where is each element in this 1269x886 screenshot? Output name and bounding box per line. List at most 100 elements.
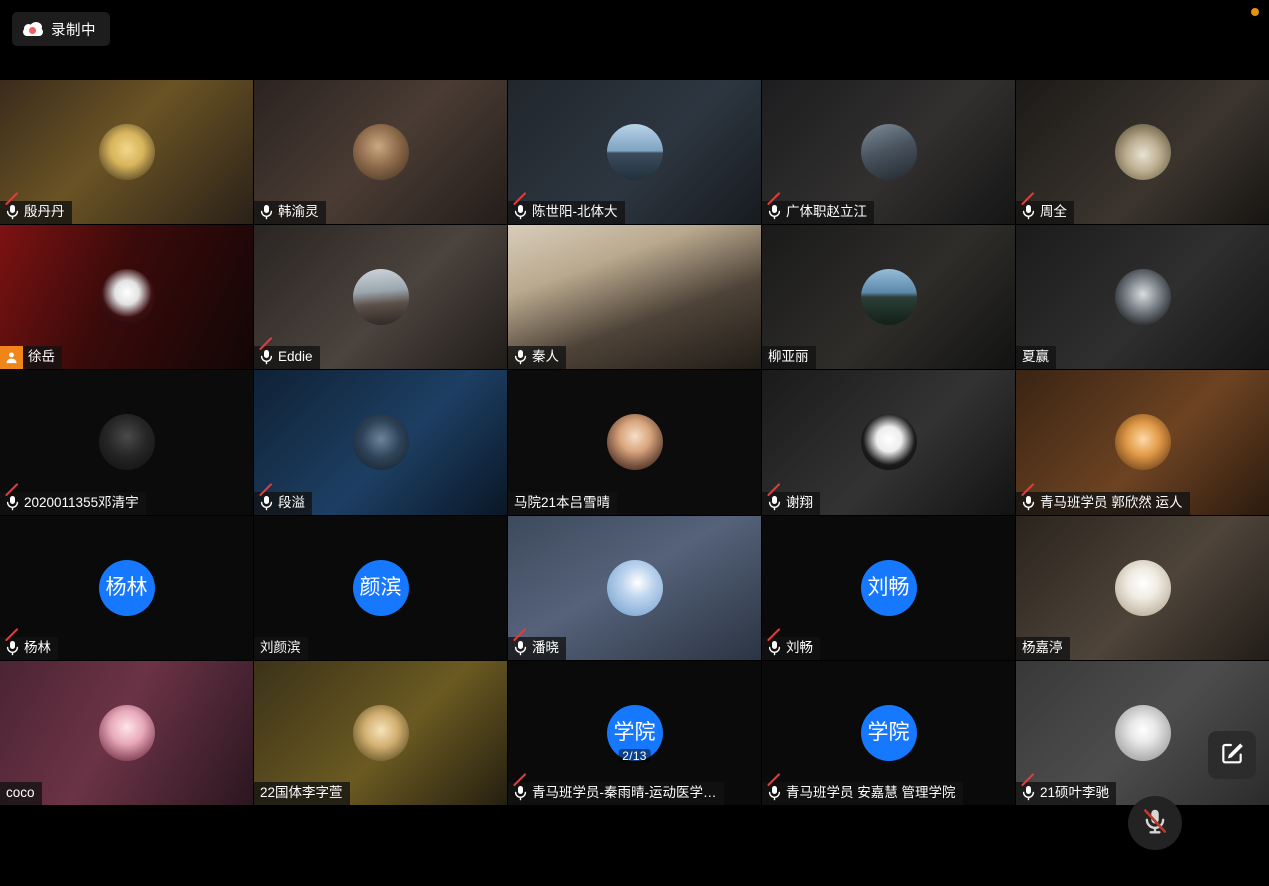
avatar-image (99, 414, 155, 470)
avatar-image (1115, 124, 1171, 180)
participant-namebar: 段溢 (254, 492, 312, 515)
participant-tile[interactable]: 杨林杨林 (0, 516, 253, 660)
avatar-image (1115, 414, 1171, 470)
avatar (1115, 414, 1171, 470)
bottom-bar (0, 805, 1269, 886)
participant-name: 徐岳 (23, 346, 62, 369)
participant-tile[interactable]: 周全 (1016, 80, 1269, 224)
avatar-image (353, 269, 409, 325)
mic-muted-icon (768, 204, 781, 220)
participant-tile[interactable]: 陈世阳-北体大 (508, 80, 761, 224)
avatar (861, 269, 917, 325)
mic-muted-icon (6, 204, 19, 220)
mic-muted-icon (6, 640, 19, 656)
participant-namebar: 杨嘉渟 (1016, 637, 1070, 660)
avatar-image (99, 269, 155, 325)
mic-muted-icon (514, 204, 527, 220)
participant-tile[interactable]: 殷丹丹 (0, 80, 253, 224)
participant-namebar: coco (0, 782, 42, 805)
participant-tile[interactable]: 刘畅刘畅 (762, 516, 1015, 660)
annotate-button[interactable] (1208, 731, 1256, 779)
mic-muted-icon (514, 640, 527, 656)
participant-namebar: 秦人 (508, 346, 566, 369)
participant-name: 段溢 (278, 495, 305, 511)
recording-badge[interactable]: 录制中 (12, 12, 110, 46)
participant-tile[interactable]: 学院青马班学员 安嘉慧 管理学院 (762, 661, 1015, 805)
avatar (607, 414, 663, 470)
participant-name: 谢翔 (786, 495, 813, 511)
participant-namebar: 潘晓 (508, 637, 566, 660)
avatar-image (353, 124, 409, 180)
avatar-image (1115, 269, 1171, 325)
avatar: 学院 (861, 705, 917, 761)
orange-status-dot (1251, 8, 1259, 16)
avatar (607, 560, 663, 616)
avatar-initials: 学院 (861, 705, 917, 761)
participant-tile[interactable]: 夏赢 (1016, 225, 1269, 369)
participant-tile[interactable]: 段溢 (254, 370, 507, 514)
participant-tile[interactable]: 学院2/13 青马班学员-秦雨晴-运动医学… (508, 661, 761, 805)
participant-tile[interactable]: 颜滨刘颜滨 (254, 516, 507, 660)
participant-name: coco (6, 785, 35, 801)
avatar (1115, 560, 1171, 616)
participant-namebar: 徐岳 (0, 346, 62, 369)
participant-name: 秦人 (532, 349, 559, 365)
avatar-image (607, 414, 663, 470)
participant-tile[interactable]: 韩渝灵 (254, 80, 507, 224)
participant-tile[interactable]: 22国体李字萱 (254, 661, 507, 805)
participant-tile[interactable]: Eddie (254, 225, 507, 369)
participant-name: 杨林 (24, 640, 51, 656)
participant-namebar: 青马班学员-秦雨晴-运动医学… (508, 782, 724, 805)
avatar-initials: 刘畅 (861, 560, 917, 616)
avatar: 学院2/13 (607, 705, 663, 761)
participant-tile[interactable]: 广体职赵立江 (762, 80, 1015, 224)
participant-tile[interactable]: 青马班学员 郭欣然 运人 (1016, 370, 1269, 514)
participant-name: 马院21本吕雪晴 (514, 495, 610, 511)
avatar-initials: 颜滨 (353, 560, 409, 616)
participant-grid: 殷丹丹韩渝灵陈世阳-北体大 广体职赵立江 周全徐岳 Eddie 秦人 柳亚丽 夏赢 20200… (0, 80, 1269, 805)
mute-toggle-button[interactable] (1128, 796, 1182, 850)
avatar (353, 705, 409, 761)
avatar-image (607, 124, 663, 180)
avatar: 颜滨 (353, 560, 409, 616)
avatar (861, 414, 917, 470)
avatar (99, 414, 155, 470)
avatar: 刘畅 (861, 560, 917, 616)
participant-tile[interactable]: 徐岳 (0, 225, 253, 369)
avatar-image (607, 560, 663, 616)
participant-tile[interactable]: 潘晓 (508, 516, 761, 660)
participant-namebar: 谢翔 (762, 492, 820, 515)
mic-active-icon (260, 204, 273, 220)
participant-name: 潘晓 (532, 640, 559, 656)
avatar (353, 269, 409, 325)
participant-tile[interactable]: 谢翔 (762, 370, 1015, 514)
avatar-image (99, 124, 155, 180)
participant-tile[interactable]: 2020011355邓清宇 (0, 370, 253, 514)
participant-tile[interactable]: 马院21本吕雪晴 (508, 370, 761, 514)
participant-name: 夏赢 (1022, 349, 1049, 365)
avatar-image (99, 705, 155, 761)
participant-name: 广体职赵立江 (786, 204, 867, 220)
participant-tile[interactable]: 秦人 (508, 225, 761, 369)
participant-tile[interactable]: coco (0, 661, 253, 805)
participant-namebar: 刘颜滨 (254, 637, 308, 660)
avatar (1115, 124, 1171, 180)
microphone-muted-icon (1140, 806, 1170, 841)
participant-namebar: 青马班学员 安嘉慧 管理学院 (762, 782, 963, 805)
avatar (353, 124, 409, 180)
mic-muted-icon (514, 785, 527, 801)
participant-namebar: 青马班学员 郭欣然 运人 (1016, 492, 1190, 515)
participant-tile[interactable]: 柳亚丽 (762, 225, 1015, 369)
participant-tile[interactable]: 杨嘉渟 (1016, 516, 1269, 660)
participant-name: 刘畅 (786, 640, 813, 656)
avatar (99, 269, 155, 325)
participant-name: 青马班学员-秦雨晴-运动医学… (532, 785, 717, 801)
participant-name: 青马班学员 安嘉慧 管理学院 (786, 785, 956, 801)
participant-name: 陈世阳-北体大 (532, 204, 618, 220)
participant-name: 柳亚丽 (768, 349, 809, 365)
annotate-pencil-icon (1219, 740, 1245, 771)
cloud-record-icon (23, 22, 43, 36)
participant-namebar: 柳亚丽 (762, 346, 816, 369)
participant-name: Eddie (278, 349, 313, 365)
participant-namebar: 陈世阳-北体大 (508, 201, 625, 224)
